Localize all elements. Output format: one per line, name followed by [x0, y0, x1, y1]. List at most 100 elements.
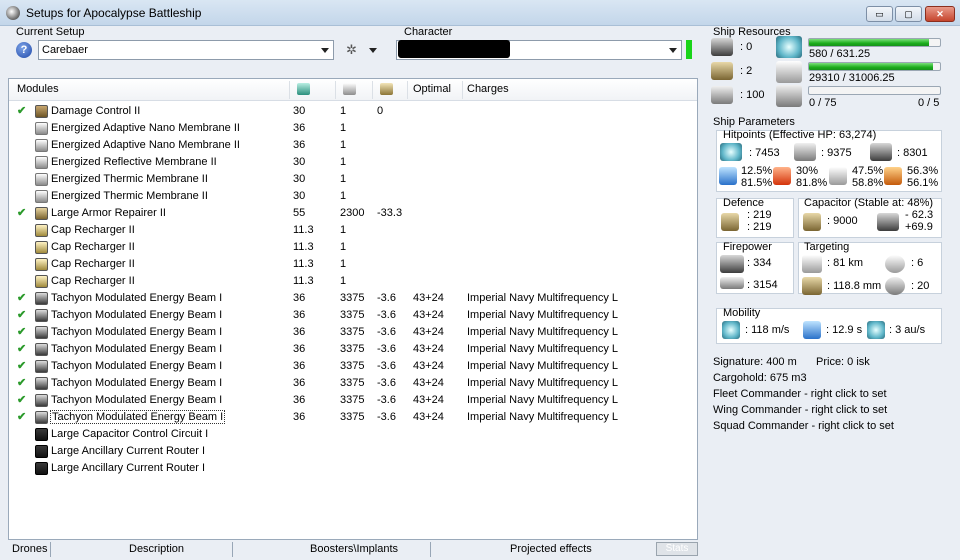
module-charges: Imperial Navy Multifrequency L [467, 411, 619, 423]
close-button[interactable]: ✕ [925, 6, 955, 22]
header-charges[interactable]: Charges [467, 83, 509, 98]
squad-commander-text[interactable]: Squad Commander - right click to set [713, 420, 894, 432]
tab-boosters-implants[interactable]: Boosters\Implants [310, 543, 398, 555]
tab-drones[interactable]: Drones [12, 543, 47, 555]
module-row[interactable]: ✔ Damage Control II 30 1 0 [9, 103, 697, 120]
setup-tools-chevron-down-icon[interactable] [369, 48, 377, 53]
module-powergrid: 1 [340, 190, 347, 202]
module-row[interactable]: ✔ Tachyon Modulated Energy Beam I 36 3375 -3… [9, 392, 697, 409]
mobility-group: Mobility : 118 m/s : 12.9 s : 3 au/s [716, 307, 942, 344]
module-capacitor: -3.6 [377, 394, 396, 406]
firepower-value-a: : 334 [747, 257, 772, 269]
module-beam-icon [35, 377, 48, 390]
module-row[interactable]: ✔ Tachyon Modulated Energy Beam I 36 3375 -3… [9, 307, 697, 324]
header-optimal[interactable]: Optimal [413, 83, 451, 98]
fleet-commander-text[interactable]: Fleet Commander - right click to set [713, 388, 887, 400]
module-row[interactable]: ✔ Tachyon Modulated Energy Beam I 36 3375 -3… [9, 375, 697, 392]
module-rig-icon [35, 445, 48, 458]
online-check-icon[interactable]: ✔ [17, 104, 26, 117]
module-row[interactable]: ✔ Tachyon Modulated Energy Beam I 36 3375 -3… [9, 290, 697, 307]
module-cpu: 36 [293, 309, 306, 321]
online-check-icon[interactable]: ✔ [17, 342, 26, 355]
module-name: Damage Control II [51, 105, 141, 117]
tab-projected-effects[interactable]: Projected effects [510, 543, 592, 555]
module-row[interactable]: ✔ Large Armor Repairer II 55 2300 -33.3 [9, 205, 697, 222]
module-powergrid: 3375 [340, 377, 365, 389]
module-row[interactable]: Large Ancillary Current Router I [9, 460, 697, 477]
tab-description[interactable]: Description [129, 543, 184, 555]
module-powergrid: 1 [340, 173, 347, 185]
module-capacitor: -33.3 [377, 207, 403, 219]
module-powergrid: 1 [340, 258, 347, 270]
drone-bay-icon [776, 85, 802, 107]
online-check-icon[interactable]: ✔ [17, 308, 26, 321]
module-row[interactable]: Energized Thermic Membrane II 30 1 [9, 188, 697, 205]
online-check-icon[interactable]: ✔ [17, 325, 26, 338]
module-row[interactable]: Energized Reflective Membrane II 30 1 [9, 154, 697, 171]
module-charges: Imperial Navy Multifrequency L [467, 360, 619, 372]
explosive-resist-shield: 56.3% [907, 165, 939, 177]
structure-icon [870, 143, 892, 161]
powergrid-bar-fill [809, 63, 933, 70]
minimize-button[interactable]: ▭ [866, 6, 893, 22]
kinetic-resist-shield: 47.5% [852, 165, 884, 177]
module-row[interactable]: Cap Recharger II 11.3 1 [9, 239, 697, 256]
kinetic-resist-icon [829, 167, 847, 185]
module-row[interactable]: Large Capacitor Control Circuit I [9, 426, 697, 443]
calibration-icon [711, 86, 733, 104]
module-cap-icon [35, 224, 48, 237]
module-row[interactable]: Cap Recharger II 11.3 1 [9, 273, 697, 290]
shield-hp-value: : 7453 [749, 147, 780, 159]
module-row[interactable]: Cap Recharger II 11.3 1 [9, 256, 697, 273]
module-row[interactable]: ✔ Tachyon Modulated Energy Beam I 36 3375 -3… [9, 358, 697, 375]
help-icon[interactable]: ? [16, 42, 32, 58]
module-charges: Imperial Navy Multifrequency L [467, 343, 619, 355]
module-row[interactable]: Cap Recharger II 11.3 1 [9, 222, 697, 239]
setup-tools-icon[interactable]: ✲ [346, 42, 364, 58]
armor-icon [794, 143, 816, 161]
module-name: Tachyon Modulated Energy Beam I [51, 360, 223, 372]
header-powergrid[interactable] [343, 83, 356, 98]
online-check-icon[interactable]: ✔ [17, 410, 26, 423]
modules-panel: Modules Optimal Charges ✔ Damage Control … [8, 78, 698, 540]
stats-button[interactable]: Stats [656, 542, 698, 556]
module-row[interactable]: Energized Adaptive Nano Membrane II 36 1 [9, 120, 697, 137]
module-row[interactable]: Large Ancillary Current Router I [9, 443, 697, 460]
module-name: Energized Thermic Membrane II [51, 173, 208, 185]
defence-group: Defence : 219 : 219 [716, 197, 794, 238]
module-powergrid: 3375 [340, 292, 365, 304]
header-cpu[interactable] [297, 83, 310, 98]
maximize-button[interactable]: ▢ [895, 6, 922, 22]
module-capacitor: -3.6 [377, 292, 396, 304]
capacitor-amount-icon [803, 213, 821, 231]
wing-commander-text[interactable]: Wing Commander - right click to set [713, 404, 887, 416]
module-cpu: 30 [293, 190, 306, 202]
setup-select[interactable]: Carebaer [38, 40, 334, 60]
module-powergrid: 3375 [340, 343, 365, 355]
online-check-icon[interactable]: ✔ [17, 359, 26, 372]
module-cpu: 36 [293, 122, 306, 134]
module-row[interactable]: Energized Adaptive Nano Membrane II 36 1 [9, 137, 697, 154]
module-name: Tachyon Modulated Energy Beam I [51, 377, 223, 389]
firepower-group: Firepower : 334 : 3154 [716, 241, 794, 294]
online-check-icon[interactable]: ✔ [17, 206, 26, 219]
online-check-icon[interactable]: ✔ [17, 393, 26, 406]
thermal-resist-icon [773, 167, 791, 185]
chevron-down-icon [321, 48, 329, 53]
module-row[interactable]: ✔ Tachyon Modulated Energy Beam I 36 3375 -3… [9, 324, 697, 341]
defence-label: Defence [723, 197, 764, 209]
header-capacitor[interactable] [380, 83, 393, 98]
online-check-icon[interactable]: ✔ [17, 376, 26, 389]
thermal-resist-armor: 81.8% [796, 177, 828, 189]
module-row[interactable]: Energized Thermic Membrane II 30 1 [9, 171, 697, 188]
header-modules[interactable]: Modules [17, 83, 59, 98]
module-optimal: 43+24 [413, 292, 444, 304]
target-range-icon [802, 255, 822, 273]
capacitor-icon [380, 83, 393, 95]
online-check-icon[interactable]: ✔ [17, 291, 26, 304]
module-row[interactable]: ✔ Tachyon Modulated Energy Beam I 36 3375 -3… [9, 409, 697, 426]
module-name: Large Armor Repairer II [51, 207, 166, 219]
price-text: Price: 0 isk [816, 356, 870, 368]
module-row[interactable]: ✔ Tachyon Modulated Energy Beam I 36 3375 -3… [9, 341, 697, 358]
module-capacitor: 0 [377, 105, 384, 117]
